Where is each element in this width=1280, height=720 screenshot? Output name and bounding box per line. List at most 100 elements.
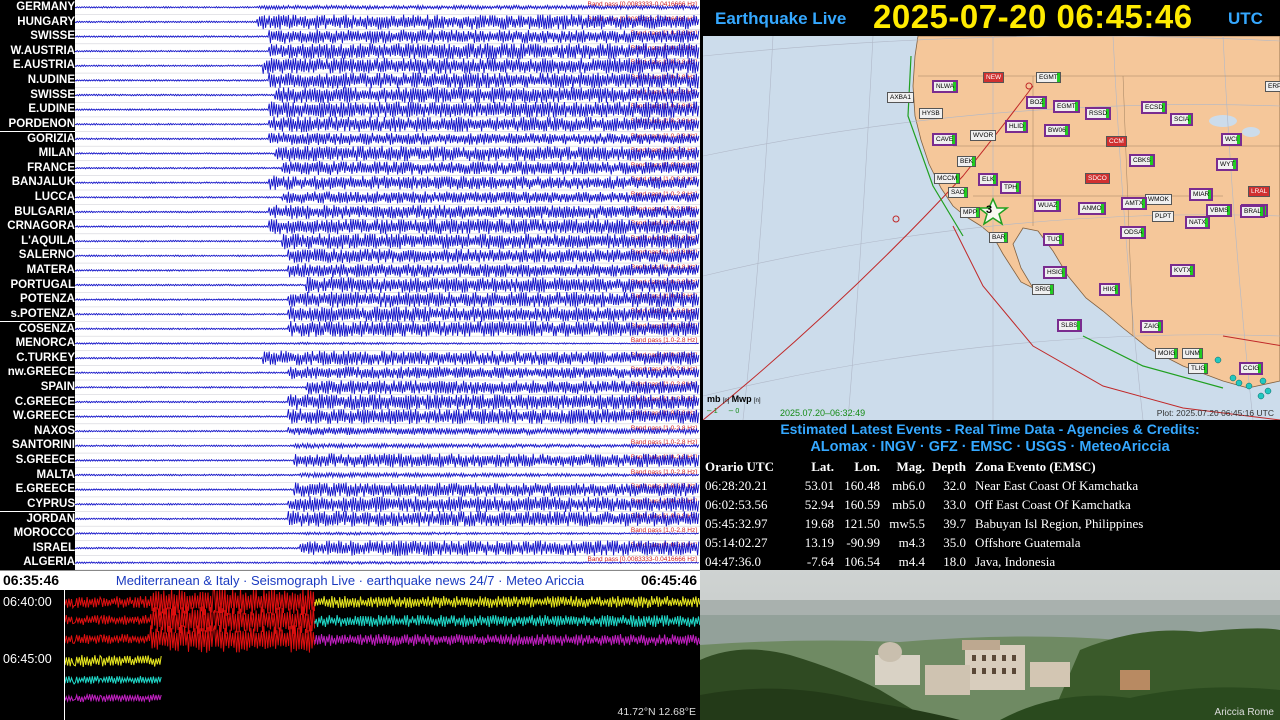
map-station-marker[interactable]: BW06 bbox=[1044, 124, 1070, 137]
map-station-marker[interactable]: TUC bbox=[1043, 233, 1065, 246]
map-station-marker[interactable]: PLPT bbox=[1152, 211, 1175, 222]
map-station-marker[interactable]: TPH bbox=[1000, 181, 1021, 194]
map-station-marker[interactable]: SDCO bbox=[1085, 173, 1110, 184]
station-name: N.UDINE bbox=[0, 73, 75, 88]
event-mag: mb6.0 bbox=[892, 477, 925, 493]
map-station-marker[interactable]: WMOK bbox=[1145, 194, 1172, 205]
map-station-marker[interactable]: BAR bbox=[989, 232, 1009, 243]
end-time: 06:45:46 bbox=[640, 572, 697, 588]
seismogram-trace bbox=[75, 394, 700, 410]
event-row[interactable]: 05:45:32.97 19.68 121.50 mw5.5 39.7 Babuyan I… bbox=[705, 514, 1143, 533]
station-name: CRNAGORA bbox=[0, 219, 75, 234]
event-zone: Java, Indonesia bbox=[975, 553, 1056, 569]
map-station-marker[interactable]: HYSB bbox=[919, 108, 943, 119]
seismogram-trace bbox=[75, 116, 700, 133]
seismogram-trace bbox=[75, 263, 700, 278]
seismogram-trace bbox=[75, 540, 700, 557]
map-station-marker[interactable]: NLWA bbox=[932, 80, 959, 93]
credits-line-2: ALomax · INGV · GFZ · EMSC · USGS · Mete… bbox=[810, 439, 1170, 455]
map-station-marker[interactable]: ERPA bbox=[1265, 81, 1280, 92]
map-station-marker[interactable]: SCIA bbox=[1170, 113, 1194, 126]
station-name: HUNGARY bbox=[0, 14, 75, 30]
map-station-marker[interactable]: RSSD bbox=[1085, 107, 1112, 120]
station-name: C.GREECE bbox=[0, 394, 75, 410]
map-station-marker[interactable]: ZAIG bbox=[1140, 320, 1164, 333]
map-station-marker[interactable]: ELK bbox=[978, 173, 999, 186]
map-station-marker[interactable]: MOIG bbox=[1155, 348, 1179, 359]
station-name: L'AQUILA bbox=[0, 233, 75, 249]
event-zone: Near East Coast Of Kamchatka bbox=[975, 477, 1139, 493]
map-station-marker[interactable]: AMTX bbox=[1121, 197, 1148, 210]
station-name: MOROCCO bbox=[0, 526, 75, 541]
event-depth: 35.0 bbox=[943, 534, 966, 550]
map-station-marker[interactable]: BOZ bbox=[1026, 96, 1048, 109]
map-station-marker[interactable]: CCIG bbox=[1239, 362, 1264, 375]
map-station-marker[interactable]: WUAZ bbox=[1034, 199, 1062, 212]
earthquake-map[interactable]: NLWA NEW EGMT AXBA1 BOZ EGMT HYSB HLID BW06 RSSD E… bbox=[703, 36, 1280, 420]
helicorder-trace bbox=[65, 606, 316, 635]
event-lon: 106.54 bbox=[844, 553, 880, 569]
map-station-marker[interactable]: NEW bbox=[983, 72, 1005, 83]
station-name: W.GREECE bbox=[0, 409, 75, 424]
map-station-marker[interactable]: CBKS bbox=[1129, 154, 1155, 167]
map-station-marker[interactable]: MPP bbox=[960, 207, 981, 218]
event-zone: Offshore Guatemala bbox=[975, 534, 1081, 550]
map-station-marker[interactable]: TLIG bbox=[1188, 363, 1209, 374]
event-mag: m4.4 bbox=[898, 553, 925, 569]
seismogram-trace bbox=[75, 175, 700, 190]
map-station-marker[interactable]: SRIG bbox=[1032, 284, 1054, 295]
helicorder-trace bbox=[65, 675, 162, 685]
map-station-marker[interactable]: KVTX bbox=[1170, 264, 1195, 277]
timezone-label: UTC bbox=[1228, 9, 1263, 28]
map-station-marker[interactable]: WVOR bbox=[970, 130, 997, 141]
station-name: C.TURKEY bbox=[0, 350, 75, 366]
map-station-marker[interactable]: HIIG bbox=[1099, 283, 1121, 296]
helicorder-trace bbox=[314, 595, 700, 609]
map-station-marker[interactable]: BEK bbox=[957, 156, 977, 167]
event-zone: Babuyan Isl Region, Philippines bbox=[975, 515, 1144, 531]
event-mag: mw5.5 bbox=[889, 515, 925, 531]
map-station-marker[interactable]: CCM bbox=[1106, 136, 1127, 147]
heli-time-2: 06:45:00 bbox=[3, 652, 52, 666]
event-time: 04:47:36.0 bbox=[705, 553, 761, 569]
header-lat: Lat. bbox=[811, 458, 834, 474]
map-station-marker[interactable]: WYT bbox=[1216, 158, 1239, 171]
event-row[interactable]: 04:47:36.0 -7.64 106.54 m4.4 18.0 Java, Indon… bbox=[705, 552, 1143, 571]
station-name: PORTUGAL bbox=[0, 277, 75, 293]
station-name: SANTORINI bbox=[0, 438, 75, 453]
station-name: MATERA bbox=[0, 263, 75, 278]
event-row[interactable]: 06:02:53.56 52.94 160.59 mb5.0 33.0 Off East … bbox=[705, 495, 1143, 514]
event-row[interactable]: 05:14:02.27 13.19 -90.99 m4.3 35.0 Offshore G… bbox=[705, 533, 1143, 552]
map-station-marker[interactable]: ANMO bbox=[1078, 202, 1106, 215]
map-station-marker[interactable]: ECSD bbox=[1141, 101, 1168, 114]
map-station-marker[interactable]: MIAR bbox=[1189, 188, 1214, 201]
map-station-marker[interactable]: NATX bbox=[1185, 216, 1210, 229]
legend-dash-2: – bbox=[728, 406, 734, 415]
map-station-marker[interactable]: WCI bbox=[1221, 133, 1242, 146]
map-station-marker[interactable]: EGMT bbox=[1053, 100, 1080, 113]
event-row[interactable]: 06:28:20.21 53.01 160.48 mb6.0 32.0 Near East… bbox=[705, 476, 1143, 495]
seismogram-trace bbox=[75, 453, 700, 468]
map-station-marker[interactable]: LRAL bbox=[1248, 186, 1271, 197]
station-name: W.AUSTRIA bbox=[0, 43, 75, 59]
seismogram-traces bbox=[75, 3, 700, 570]
map-station-marker[interactable]: HSIG bbox=[1043, 266, 1067, 279]
credits-banner: Estimated Latest Events - Real Time Data… bbox=[700, 420, 1280, 456]
event-lat: -7.64 bbox=[806, 553, 834, 569]
map-station-marker[interactable]: ODSA bbox=[1120, 226, 1147, 239]
map-station-marker[interactable]: CAVE bbox=[932, 133, 958, 146]
seismogram-trace bbox=[75, 29, 700, 44]
map-station-marker[interactable]: EGMT bbox=[1036, 72, 1061, 83]
map-station-marker[interactable]: SAO bbox=[948, 187, 968, 198]
map-station-marker[interactable]: MCCM bbox=[934, 173, 961, 184]
seismogram-trace bbox=[75, 248, 700, 263]
map-station-marker[interactable]: UNM bbox=[1182, 348, 1203, 359]
map-station-marker[interactable]: SLBS bbox=[1057, 319, 1082, 332]
map-station-marker[interactable]: VBMS bbox=[1206, 204, 1233, 217]
station-name: SWISSE bbox=[0, 29, 75, 44]
legend-val-2: 0 bbox=[735, 408, 740, 415]
map-station-marker[interactable]: HLID bbox=[1005, 120, 1028, 133]
map-station-marker[interactable]: AXBA1 bbox=[887, 92, 914, 103]
station-name: BANJALUK bbox=[0, 175, 75, 190]
map-station-marker[interactable]: BRAL bbox=[1240, 205, 1265, 218]
